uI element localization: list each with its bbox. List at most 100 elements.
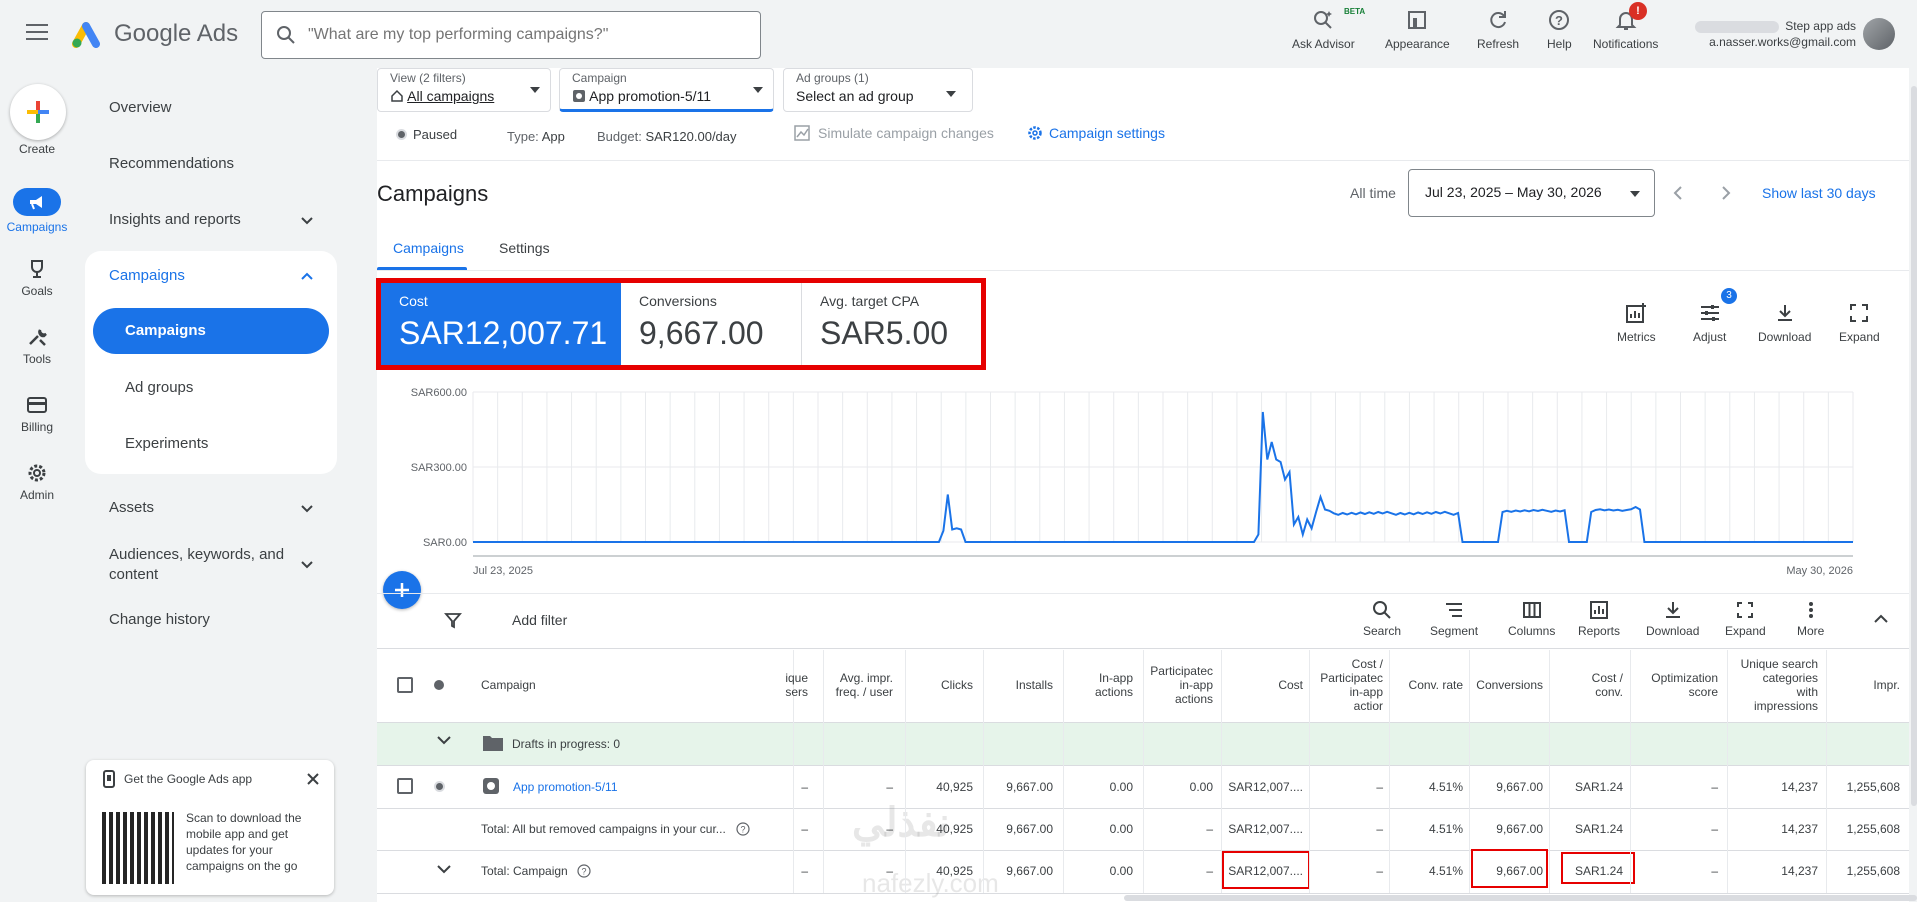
vertical-scrollbar[interactable] xyxy=(1911,86,1917,806)
search-input[interactable] xyxy=(308,26,728,44)
nav-insights-label: Insights and reports xyxy=(109,211,241,228)
rail-admin[interactable]: Admin xyxy=(0,462,74,502)
cell-cost-conv: SAR1.24 xyxy=(1574,864,1623,878)
tab-campaigns[interactable]: Campaigns xyxy=(393,240,464,256)
account-info[interactable]: Step app ads a.nasser.works@gmail.com xyxy=(1680,18,1856,50)
campaign-selector[interactable]: Campaign App promotion-5/11 xyxy=(559,68,774,112)
beta-badge: BETA xyxy=(1344,7,1366,16)
menu-icon[interactable] xyxy=(26,24,48,42)
nav-campaigns[interactable]: Campaigns xyxy=(93,308,329,354)
chevron-down-icon[interactable] xyxy=(436,864,452,876)
chevron-right-icon[interactable] xyxy=(1720,185,1732,201)
expand-icon xyxy=(1850,304,1869,322)
scorecard-cost[interactable]: Cost SAR12,007.71 xyxy=(381,283,621,365)
reports-button[interactable]: Reports xyxy=(1578,600,1620,638)
header-avg-impr-freq[interactable]: Avg. impr. freq. / user xyxy=(815,671,893,699)
nav-campaigns-section[interactable]: Campaigns xyxy=(109,267,314,284)
type-label: Type: xyxy=(507,129,539,144)
scorecard-conversions[interactable]: Conversions 9,667.00 xyxy=(621,283,802,365)
chevron-down-icon[interactable] xyxy=(436,735,452,747)
chevron-up-icon[interactable] xyxy=(1873,612,1889,624)
close-icon[interactable] xyxy=(306,772,320,786)
download-table-button[interactable]: Download xyxy=(1646,600,1699,638)
rail-tools[interactable]: Tools xyxy=(0,326,74,366)
columns-button[interactable]: Columns xyxy=(1508,600,1555,638)
campaigns-rail-icon xyxy=(13,188,61,216)
header-inapp[interactable]: In-app actions xyxy=(1059,671,1133,699)
ad-groups-selector[interactable]: Ad groups (1) Select an ad group xyxy=(783,68,973,112)
scorecard-avg-target-cpa[interactable]: Avg. target CPA SAR5.00 xyxy=(802,283,981,365)
search-bar[interactable] xyxy=(261,11,761,59)
x-tick-label: May 30, 2026 xyxy=(1786,565,1853,577)
nav-insights[interactable]: Insights and reports xyxy=(109,211,314,228)
nav-change-history[interactable]: Change history xyxy=(109,611,210,628)
ask-advisor-button[interactable]: BETA Ask Advisor xyxy=(1292,7,1365,51)
help-icon[interactable]: ? xyxy=(577,864,591,878)
search-table-button[interactable]: Search xyxy=(1363,600,1401,638)
scorecard-label: Cost xyxy=(399,293,428,309)
show-last-30-days-link[interactable]: Show last 30 days xyxy=(1762,185,1876,201)
header-impr[interactable]: Impr. xyxy=(1822,678,1900,692)
rail-billing[interactable]: Billing xyxy=(0,394,74,434)
row-checkbox[interactable] xyxy=(397,778,413,794)
header-participated[interactable]: Participatec in-app actions xyxy=(1133,664,1213,706)
filter-icon[interactable] xyxy=(444,611,462,629)
header-unique-users[interactable]: ique sers xyxy=(758,671,808,699)
svg-text:?: ? xyxy=(740,825,745,835)
notifications-button[interactable]: ! Notifications xyxy=(1593,2,1658,51)
header-cost-part[interactable]: Cost / Participatec in-app actior xyxy=(1305,657,1383,713)
cell-participated: 0.00 xyxy=(1189,780,1213,794)
nav-assets[interactable]: Assets xyxy=(109,499,314,516)
download-chart-button[interactable]: Download xyxy=(1758,302,1811,344)
segment-button[interactable]: Segment xyxy=(1430,600,1478,638)
header-conversions[interactable]: Conversions xyxy=(1469,678,1543,692)
expand-table-button[interactable]: Expand xyxy=(1725,600,1766,638)
adjust-icon xyxy=(1700,305,1719,321)
campaign-settings-link[interactable]: Campaign settings xyxy=(1027,125,1165,141)
metrics-button[interactable]: Metrics xyxy=(1617,302,1656,344)
header-unique-search[interactable]: Unique search categories with impression… xyxy=(1726,657,1818,713)
header-clicks[interactable]: Clicks xyxy=(899,678,973,692)
header-campaign[interactable]: Campaign xyxy=(481,678,536,692)
nav-audiences[interactable]: Audiences, keywords, and content xyxy=(109,545,314,585)
rail-campaigns[interactable]: Campaigns xyxy=(0,188,74,234)
metrics-label: Metrics xyxy=(1617,330,1656,344)
chevron-left-icon[interactable] xyxy=(1672,185,1684,201)
rail-goals[interactable]: Goals xyxy=(0,258,74,298)
scorecard-value: SAR5.00 xyxy=(820,315,949,351)
header-cost-conv[interactable]: Cost / conv. xyxy=(1549,671,1623,699)
expand-chart-button[interactable]: Expand xyxy=(1839,302,1880,344)
app-name: Google Ads xyxy=(114,20,239,47)
campaign-link[interactable]: App promotion-5/11 xyxy=(513,780,618,794)
header-conv-rate[interactable]: Conv. rate xyxy=(1389,678,1463,692)
select-all-checkbox[interactable] xyxy=(397,677,413,693)
header-opt-score[interactable]: Optimization score xyxy=(1630,671,1718,699)
create-button[interactable] xyxy=(10,84,66,140)
header-cost[interactable]: Cost xyxy=(1219,678,1303,692)
horizontal-scrollbar[interactable] xyxy=(1124,895,1917,901)
adjust-button[interactable]: 3 Adjust xyxy=(1693,288,1737,344)
cell-conversions: 9,667.00 xyxy=(1496,822,1543,836)
nav-ad-groups[interactable]: Ad groups xyxy=(125,379,193,396)
help-icon[interactable]: ? xyxy=(736,822,750,836)
header-installs[interactable]: Installs xyxy=(979,678,1053,692)
add-filter-button[interactable]: Add filter xyxy=(512,612,567,628)
rail-create-label: Create xyxy=(0,142,74,156)
help-button[interactable]: ? Help xyxy=(1547,8,1572,51)
wrench-icon xyxy=(29,329,47,346)
paused-icon xyxy=(434,781,445,792)
add-button[interactable] xyxy=(383,571,421,609)
nav-recommendations[interactable]: Recommendations xyxy=(109,155,234,172)
appearance-button[interactable]: Appearance xyxy=(1385,8,1450,51)
nav-overview[interactable]: Overview xyxy=(109,99,172,116)
nav-experiments[interactable]: Experiments xyxy=(125,435,208,452)
svg-text:?: ? xyxy=(1555,13,1563,28)
cell-inapp: 0.00 xyxy=(1109,780,1133,794)
google-ads-logo[interactable]: Google Ads xyxy=(72,18,238,50)
view-selector[interactable]: View (2 filters) All campaigns xyxy=(377,68,551,112)
tab-settings[interactable]: Settings xyxy=(499,240,550,256)
avatar[interactable] xyxy=(1863,18,1895,50)
refresh-button[interactable]: Refresh xyxy=(1477,8,1519,51)
date-range-picker[interactable]: Jul 23, 2025 – May 30, 2026 xyxy=(1408,169,1655,217)
more-button[interactable]: More xyxy=(1797,600,1824,638)
